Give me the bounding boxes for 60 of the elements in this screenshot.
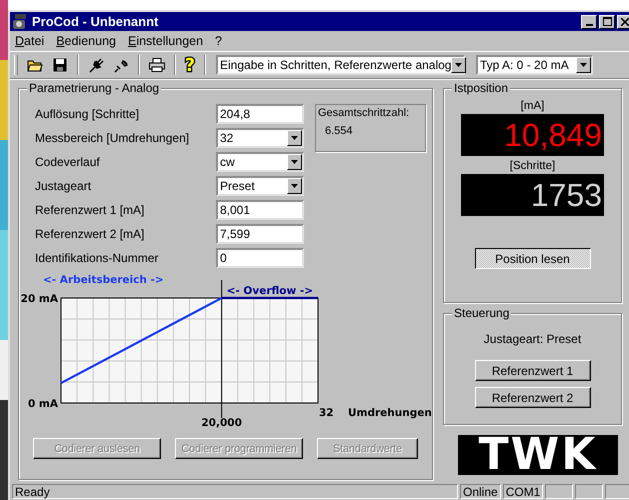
axis-tick-label: 20 mA xyxy=(21,293,58,305)
maximize-icon xyxy=(602,17,612,26)
field-label: Justageart xyxy=(35,179,92,193)
field-label: Codeverlauf xyxy=(35,155,101,169)
minimize-icon xyxy=(586,24,592,26)
field-label: Auflösung [Schritte] xyxy=(35,107,140,121)
input-field[interactable]: 204,8 xyxy=(216,104,304,124)
axis-tick-label: 20,000 xyxy=(201,417,242,429)
close-button[interactable] xyxy=(617,14,629,28)
menu-item[interactable]: Einstellungen xyxy=(128,34,204,48)
field-label: Referenzwert 2 [mA] xyxy=(35,227,146,241)
dropdown[interactable]: 32 xyxy=(216,128,304,148)
display-label: [mA] xyxy=(520,100,544,112)
group-title: Istposition xyxy=(452,81,510,95)
caret-icon xyxy=(291,160,298,164)
input-field[interactable]: 7,599 xyxy=(216,224,304,244)
mode-dropdown[interactable]: Eingabe in Schritten, Referenzwerte analog xyxy=(216,55,465,75)
info-text: Justageart: Preset xyxy=(484,332,582,346)
status-pane: COM1 xyxy=(502,484,544,499)
display-value: 1753 xyxy=(530,177,602,213)
logo: TWK xyxy=(458,435,618,475)
menu-item[interactable]: Bedienung xyxy=(56,34,116,48)
group-title: Steuerung xyxy=(452,306,512,320)
minimize-button[interactable] xyxy=(581,14,597,28)
menu-item[interactable]: ? xyxy=(215,34,222,48)
axis-tick-label: 32 xyxy=(319,407,334,419)
status-pane: Online xyxy=(460,484,501,499)
field-label: Referenzwert 1 [mA] xyxy=(35,203,146,217)
group-title: Parametrierung - Analog xyxy=(27,81,162,95)
status-message: Ready xyxy=(12,484,458,499)
field-label: Identifikations-Nummer xyxy=(35,251,160,265)
total-label: Gesamtschrittzahl: xyxy=(318,107,410,119)
caret-icon xyxy=(291,184,298,188)
window-title: ProCod - Unbenannt xyxy=(32,14,160,29)
caret-icon xyxy=(455,63,462,67)
app-icon xyxy=(12,14,28,30)
status-pane xyxy=(575,484,604,499)
close-icon xyxy=(621,18,629,26)
axis-tick-label: 0 mA xyxy=(28,398,58,410)
range-label: <- Arbeitsbereich -> xyxy=(43,274,164,286)
menu-item[interactable]: Datei xyxy=(15,34,44,48)
display-value: 10,849 xyxy=(504,117,602,153)
maximize-button[interactable] xyxy=(599,14,615,28)
reference-button[interactable]: Referenzwert 1 xyxy=(474,360,590,381)
dropdown[interactable]: cw xyxy=(216,152,304,172)
display-label: [Schritte] xyxy=(510,160,556,172)
axis-title: Umdrehungen xyxy=(348,407,431,419)
range-label: <- Overflow -> xyxy=(226,285,314,297)
read-position-button[interactable]: Position lesen xyxy=(474,248,590,269)
status-pane xyxy=(605,484,629,499)
input-field[interactable]: 0 xyxy=(216,248,304,268)
input-field[interactable]: 8,001 xyxy=(216,200,304,220)
caret-icon xyxy=(580,63,587,67)
caret-icon xyxy=(291,136,298,140)
dropdown[interactable]: Preset xyxy=(216,176,304,196)
field-label: Messbereich [Umdrehungen] xyxy=(35,131,190,145)
status-pane xyxy=(545,484,574,499)
total-value: 6.554 xyxy=(324,125,354,137)
reference-button[interactable]: Referenzwert 2 xyxy=(474,387,590,408)
type-dropdown[interactable]: Typ A: 0 - 20 mA xyxy=(476,55,593,75)
